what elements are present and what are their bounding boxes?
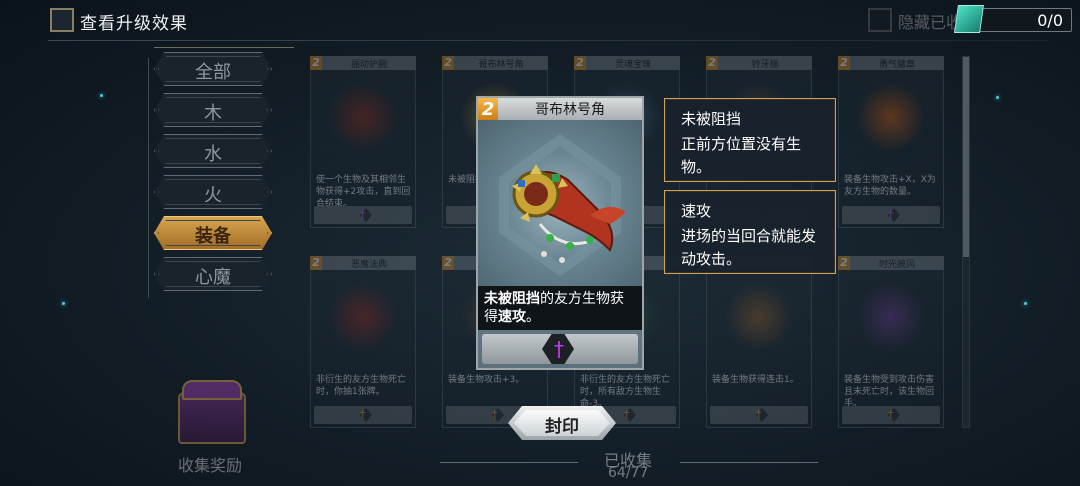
upgrade-effect-label[interactable]: 查看升级效果 (80, 9, 188, 34)
keyword-desc: 进场的当回合就能发动攻击。 (681, 227, 817, 268)
category-tab-heart-demon[interactable]: 心魔 (154, 257, 272, 291)
keyword-title: 速攻 (681, 202, 712, 220)
keyword-tooltip-haste: 速攻 进场的当回合就能发动攻击。 (664, 190, 836, 274)
hide-collected-label[interactable]: 隐藏已收 (898, 9, 962, 33)
sparkle (100, 94, 103, 97)
collection-reward-label[interactable]: 收集奖励 (178, 452, 242, 476)
collected-count: 64/77 (608, 465, 649, 481)
reward-chest-icon[interactable] (168, 374, 258, 450)
card-art (724, 282, 794, 352)
gem-counter-value: 0/0 (1037, 11, 1063, 30)
goblin-horn-icon (499, 133, 626, 277)
card-slot[interactable]: 2 振动护腕 使一个生物及其相邻生物获得+2攻击，直到回合结束。 † (310, 56, 416, 228)
card-name: 哥布林号角 (478, 60, 524, 70)
card-slot[interactable]: 2 勇气徽章 装备生物攻击+X，X为友方生物的数量。 † (838, 56, 944, 228)
sparkle (996, 96, 999, 99)
selected-card-base: † (482, 334, 638, 364)
hide-collected-checkbox[interactable] (868, 8, 892, 32)
card-desc: 非衍生的友方生物死亡时，你抽1张牌。 (316, 375, 407, 397)
sparkle (1024, 302, 1027, 305)
card-cost: 2 (706, 56, 718, 70)
keyword-tooltip-unblocked: 未被阻挡 正前方位置没有生物。 (664, 98, 836, 182)
sword-icon: † (624, 408, 630, 421)
card-art (328, 82, 398, 152)
top-bar: 查看升级效果 隐藏已收 0/0 (0, 0, 1080, 40)
selected-card-cost: 2 (478, 98, 498, 122)
sword-icon: † (888, 208, 894, 221)
collected-divider-left (440, 462, 578, 463)
upgrade-effect-checkbox[interactable] (50, 8, 74, 32)
card-desc: 装备生物获得连击1。 (712, 375, 799, 385)
card-name: 振动护腕 (350, 60, 387, 70)
card-cost: 2 (442, 56, 454, 70)
keyword-title: 未被阻挡 (681, 110, 742, 128)
card-cost: 2 (442, 256, 454, 270)
category-tab-equipment[interactable]: 装备 (154, 216, 272, 250)
card-name: 恶魔法典 (350, 260, 387, 270)
sword-icon: † (492, 408, 498, 421)
category-label: 水 (204, 144, 222, 165)
card-art (856, 282, 926, 352)
category-label: 火 (204, 185, 222, 206)
card-name: 勇气徽章 (878, 60, 915, 70)
card-slot[interactable]: 2 时光披风 装备生物受到攻击伤害且未死亡时，该生物回手。 † (838, 256, 944, 428)
card-cost: 2 (838, 256, 850, 270)
category-tab-all[interactable]: 全部 (154, 52, 272, 86)
card-cost: 2 (310, 256, 322, 270)
card-name: 铃牙槌 (751, 60, 779, 70)
category-label: 木 (204, 103, 222, 124)
collected-divider-right (680, 462, 818, 463)
selected-card-name: 哥布林号角 (535, 102, 605, 118)
sword-icon: † (554, 337, 564, 361)
card-desc: 装备生物攻击+X，X为友方生物的数量。 (844, 175, 936, 197)
card-name: 时光披风 (878, 260, 915, 270)
category-tab-wood[interactable]: 木 (154, 93, 272, 127)
top-divider (48, 40, 1048, 41)
card-slot[interactable]: 2 恶魔法典 非衍生的友方生物死亡时，你抽1张牌。 † (310, 256, 416, 428)
card-list-scrollbar[interactable] (962, 56, 970, 428)
sparkle (62, 302, 65, 305)
selected-card: 2 哥布林号角 未被阻挡的友方生物获得速攻。 † (476, 96, 644, 370)
card-cost: 2 (838, 56, 850, 70)
card-slot[interactable]: 2 装备生物获得连击1。 † (706, 256, 812, 428)
card-art (856, 82, 926, 152)
game-screen: 查看升级效果 隐藏已收 0/0 全部 木 水 火 装备 心魔 收集奖励 2 振动… (0, 0, 1080, 486)
goblin-horn-art (478, 120, 642, 286)
category-label: 全部 (195, 62, 231, 83)
card-desc: 使一个生物及其相邻生物获得+2攻击，直到回合结束。 (316, 175, 411, 209)
menu-rail (148, 58, 149, 298)
card-cost: 2 (310, 56, 322, 70)
card-name: 灵魂宝珠 (614, 60, 651, 70)
sword-icon: † (756, 408, 762, 421)
sword-icon: † (888, 408, 894, 421)
menu-ornament (154, 44, 294, 52)
selected-card-desc-box: 未被阻挡的友方生物获得速攻。 (478, 286, 642, 330)
category-tab-fire[interactable]: 火 (154, 175, 272, 209)
card-desc: 装备生物攻击+3。 (448, 375, 525, 385)
sword-icon: † (360, 208, 366, 221)
card-desc: 装备生物受到攻击伤害且未死亡时，该生物回手。 (844, 375, 935, 409)
seal-button[interactable]: 封印 (508, 406, 616, 440)
card-art (328, 282, 398, 352)
keyword-desc: 正前方位置没有生物。 (681, 135, 802, 176)
card-desc: 非衍生的友方生物死亡时，所有敌方生物生命-3。 (580, 375, 671, 409)
category-tab-water[interactable]: 水 (154, 134, 272, 168)
selected-card-desc: 未被阻挡的友方生物获得速攻。 (484, 291, 624, 325)
gem-icon (954, 5, 984, 33)
category-label: 装备 (195, 226, 231, 247)
scrollbar-thumb[interactable] (963, 57, 969, 257)
card-cost: 2 (574, 56, 586, 70)
sword-icon: † (360, 408, 366, 421)
seal-button-label: 封印 (545, 417, 579, 437)
category-label: 心魔 (195, 267, 231, 288)
